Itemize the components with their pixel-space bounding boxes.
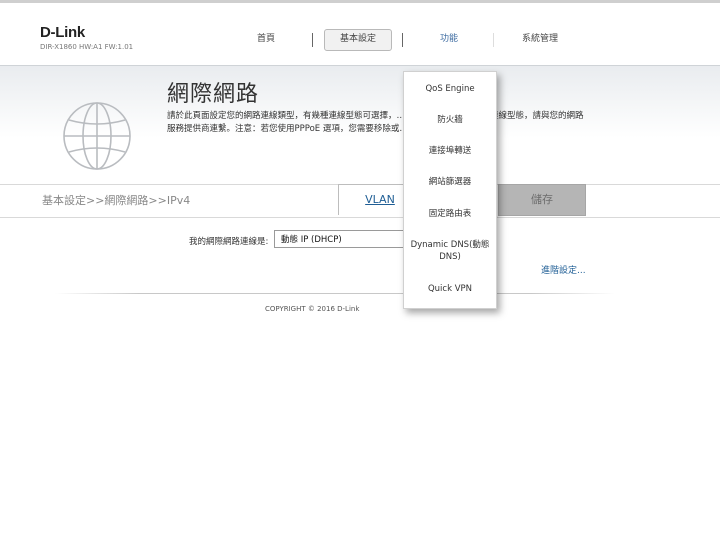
menu-item-qos-engine[interactable]: QoS Engine <box>404 83 496 95</box>
header: D-Link DIR-X1860 HW:A1 FW:1.01 首頁 基本設定 功… <box>0 3 720 65</box>
menu-item-quick-vpn[interactable]: Quick VPN <box>404 283 496 295</box>
save-button[interactable]: 儲存 <box>498 184 586 216</box>
nav-separator <box>312 33 313 47</box>
menu-item-website-filter[interactable]: 網站篩選器 <box>404 176 496 188</box>
nav-features[interactable]: 功能 <box>430 29 468 49</box>
globe-icon <box>63 102 131 170</box>
copyright-text: COPYRIGHT © 2016 D-Link <box>265 305 360 313</box>
page-description: 請於此頁面設定您的網路連線類型，有幾種連線型態可選擇，……，如果您不確定您的連線… <box>167 111 584 134</box>
connection-type-label: 我的網際網路連線是: <box>189 237 269 247</box>
nav-separator <box>402 33 403 47</box>
features-dropdown-menu: QoS Engine 防火牆 連接埠轉送 網站篩選器 固定路由表 Dynamic… <box>403 71 497 309</box>
advanced-settings-link[interactable]: 進階設定... <box>541 263 586 276</box>
nav-basic-settings[interactable]: 基本設定 <box>324 29 392 51</box>
model-info: DIR-X1860 HW:A1 FW:1.01 <box>40 43 134 51</box>
dlink-logo: D-Link <box>40 24 85 41</box>
nav-separator <box>493 33 494 47</box>
menu-item-dynamic-dns[interactable]: Dynamic DNS(動態DNS) <box>404 239 496 263</box>
menu-item-static-route[interactable]: 固定路由表 <box>404 208 496 220</box>
connection-type-select[interactable]: 動態 IP (DHCP) <box>274 230 408 248</box>
footer-divider <box>55 293 615 294</box>
nav-home[interactable]: 首頁 <box>250 29 282 49</box>
page-title: 網際網路 <box>167 82 260 107</box>
menu-item-firewall[interactable]: 防火牆 <box>404 114 496 126</box>
breadcrumb: 基本設定>>網際網路>>IPv4 <box>42 194 191 207</box>
nav-system-management[interactable]: 系統管理 <box>512 29 568 49</box>
menu-item-port-forwarding[interactable]: 連接埠轉送 <box>404 145 496 157</box>
